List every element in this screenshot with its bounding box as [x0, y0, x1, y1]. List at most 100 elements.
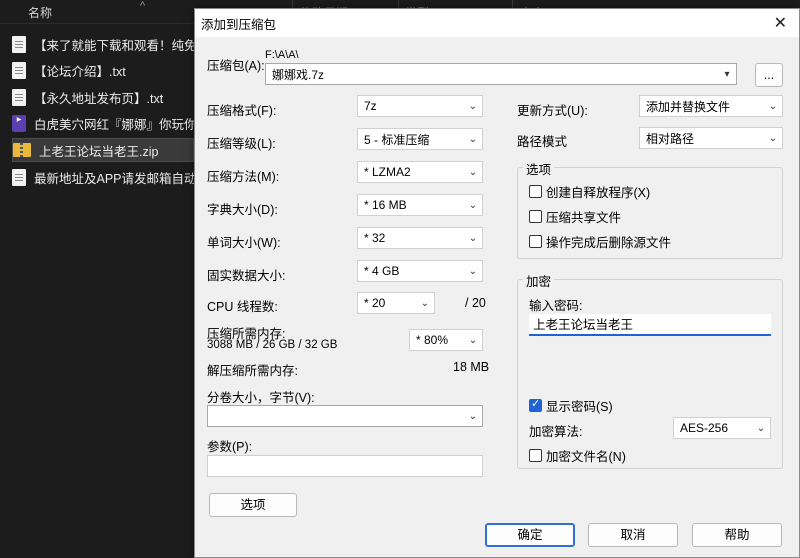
txt-file-icon — [12, 88, 26, 106]
options-button[interactable]: 选项 — [209, 493, 297, 517]
format-select[interactable]: 7z ⌄ — [357, 95, 483, 117]
method-label: 压缩方法(M): — [207, 170, 280, 184]
chevron-down-icon: ⌄ — [468, 334, 478, 346]
file-name: 最新地址及APP请发邮箱自动获 — [34, 171, 194, 186]
checkbox-unchecked — [529, 235, 542, 248]
encrypt-names-label: 加密文件名(N) — [546, 450, 626, 464]
checkbox-checked — [529, 397, 542, 412]
file-name: 【来了就能下载和观看！纯免费 — [34, 38, 194, 53]
level-label: 压缩等级(L): — [207, 137, 276, 151]
show-password-checkbox[interactable]: 显示密码(S) — [529, 396, 613, 415]
sort-up-icon: ^ — [140, 0, 146, 12]
chevron-down-icon: ⌄ — [468, 232, 478, 244]
archive-label: 压缩包(A): — [207, 59, 265, 73]
archive-path: F:\A\A\ — [265, 49, 299, 61]
file-name: 上老王论坛当老王.zip — [39, 144, 159, 159]
shared-files-label: 压缩共享文件 — [546, 211, 622, 225]
chevron-down-icon: ⌄ — [468, 166, 478, 178]
enc-method-select[interactable]: AES-256 ⌄ — [673, 417, 771, 439]
volume-combo[interactable]: ⌄ — [207, 405, 483, 427]
delete-after-label: 操作完成后删除源文件 — [546, 236, 672, 250]
checkbox-unchecked — [529, 210, 542, 223]
method-select[interactable]: * LZMA2 ⌄ — [357, 161, 483, 183]
file-list-item-selected[interactable]: 上老王论坛当老王.zip — [12, 138, 194, 162]
mem-percent-value: * 80% — [416, 333, 449, 347]
checkbox-unchecked — [529, 185, 542, 198]
threads-label: CPU 线程数: — [207, 300, 278, 314]
file-list-item[interactable]: ▶ 白虎美穴网红『娜娜』你玩你游 — [12, 111, 194, 135]
method-value: * LZMA2 — [364, 165, 411, 179]
archive-name-value: 娜娜戏.7z — [272, 67, 325, 82]
update-label: 更新方式(U): — [517, 104, 588, 118]
format-label: 压缩格式(F): — [207, 104, 277, 118]
column-name-header[interactable]: 名称 — [28, 4, 52, 21]
format-value: 7z — [364, 99, 377, 113]
threads-select[interactable]: * 20 ⌄ — [357, 292, 435, 314]
cancel-button[interactable]: 取消 — [588, 523, 678, 547]
word-label: 单词大小(W): — [207, 236, 281, 250]
help-button[interactable]: 帮助 — [692, 523, 782, 547]
encrypt-names-checkbox[interactable]: 加密文件名(N) — [529, 446, 626, 465]
file-list-item[interactable]: 【来了就能下载和观看！纯免费 — [12, 32, 194, 56]
delete-after-checkbox[interactable]: 操作完成后删除源文件 — [529, 232, 671, 251]
txt-file-icon — [12, 168, 26, 186]
word-select[interactable]: * 32 ⌄ — [357, 227, 483, 249]
dict-label: 字典大小(D): — [207, 203, 278, 217]
chevron-down-icon: ⌄ — [420, 297, 430, 309]
chevron-down-icon: ⌄ — [468, 133, 478, 145]
chevron-down-icon: ⌄ — [768, 100, 778, 112]
file-list-item[interactable]: 【永久地址发布页】.txt — [12, 85, 194, 109]
chevron-down-icon: ⌄ — [468, 410, 478, 422]
mem-percent-select[interactable]: * 80% ⌄ — [409, 329, 483, 351]
ok-button[interactable]: 确定 — [485, 523, 575, 547]
txt-file-icon — [12, 35, 26, 53]
options-group-title: 选项 — [523, 159, 555, 178]
chevron-down-icon: ⌄ — [468, 100, 478, 112]
txt-file-icon — [12, 61, 26, 79]
dict-value: * 16 MB — [364, 198, 407, 212]
chevron-down-icon: ▾ — [724, 68, 730, 80]
sfx-checkbox[interactable]: 创建自释放程序(X) — [529, 182, 650, 201]
dialog-title: 添加到压缩包 — [201, 17, 277, 32]
solid-label: 固实数据大小: — [207, 269, 286, 283]
chevron-down-icon: ⌄ — [468, 199, 478, 211]
encryption-group-title: 加密 — [523, 271, 555, 290]
browse-button[interactable]: ... — [755, 63, 783, 87]
level-select[interactable]: 5 - 标准压缩 ⌄ — [357, 128, 483, 150]
chevron-down-icon: ⌄ — [756, 422, 766, 434]
password-label: 输入密码: — [529, 299, 583, 313]
mem-decomp-value: 18 MB — [453, 360, 490, 374]
chevron-down-icon: ⌄ — [768, 132, 778, 144]
threads-value: * 20 — [364, 296, 386, 310]
file-name: 【论坛介绍】.txt — [34, 64, 126, 79]
solid-value: * 4 GB — [364, 264, 400, 278]
update-mode-select[interactable]: 添加并替换文件 ⌄ — [639, 95, 783, 117]
mp4-file-icon: ▶ — [12, 114, 26, 132]
checkbox-unchecked — [529, 449, 542, 462]
level-value: 5 - 标准压缩 — [364, 132, 430, 147]
pathmode-select[interactable]: 相对路径 ⌄ — [639, 127, 783, 149]
archive-name-combo[interactable]: 娜娜戏.7z ▾ — [265, 63, 737, 85]
show-password-label: 显示密码(S) — [546, 400, 613, 414]
params-input[interactable] — [207, 455, 483, 477]
zip-file-icon — [13, 143, 31, 157]
word-value: * 32 — [364, 231, 386, 245]
file-name: 【永久地址发布页】.txt — [34, 91, 164, 106]
password-input[interactable]: 上老王论坛当老王 — [529, 314, 771, 336]
sfx-label: 创建自释放程序(X) — [546, 186, 651, 200]
mem-decomp-label: 解压缩所需内存: — [207, 364, 298, 378]
volume-label: 分卷大小，字节(V): — [207, 391, 315, 405]
pathmode-value: 相对路径 — [646, 131, 695, 146]
file-list-item[interactable]: 【论坛介绍】.txt — [12, 58, 194, 82]
update-mode-value: 添加并替换文件 — [646, 99, 731, 114]
file-list-item[interactable]: 最新地址及APP请发邮箱自动获 — [12, 165, 194, 189]
dict-select[interactable]: * 16 MB ⌄ — [357, 194, 483, 216]
enc-method-value: AES-256 — [680, 421, 729, 435]
enc-method-label: 加密算法: — [529, 425, 583, 439]
shared-files-checkbox[interactable]: 压缩共享文件 — [529, 207, 621, 226]
solid-select[interactable]: * 4 GB ⌄ — [357, 260, 483, 282]
chevron-down-icon: ⌄ — [468, 265, 478, 277]
add-to-archive-dialog: 添加到压缩包 ✕ 压缩包(A): F:\A\A\ 娜娜戏.7z ▾ ... 压缩… — [194, 8, 800, 558]
dialog-titlebar: 添加到压缩包 — [195, 9, 799, 37]
close-icon[interactable]: ✕ — [774, 13, 787, 33]
